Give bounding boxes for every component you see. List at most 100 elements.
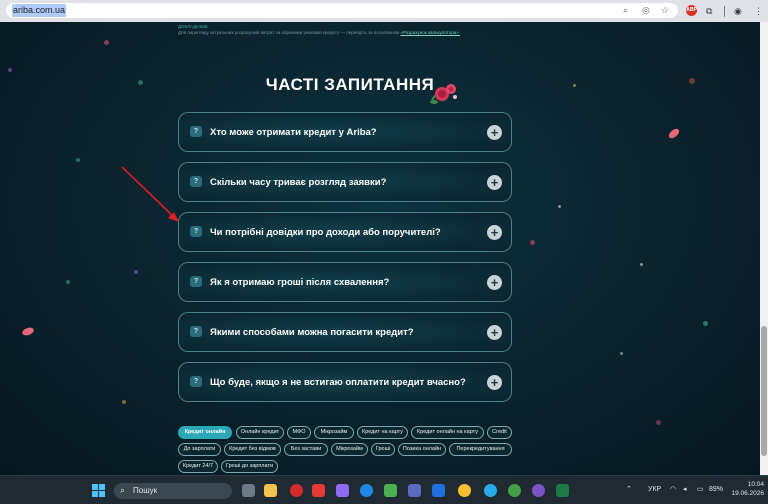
url-text[interactable]: ariba.com.ua	[12, 4, 67, 17]
page-content: ДОКЛАДНІШЕ Для перегляду актуальних розр…	[0, 22, 768, 475]
wifi-icon[interactable]: ◠	[670, 484, 676, 496]
edge-icon[interactable]	[360, 484, 373, 497]
expand-plus-icon[interactable]: +	[487, 125, 502, 140]
tag-chip[interactable]: Позика онлайн	[398, 443, 446, 456]
disclaimer-text: ДОКЛАДНІШЕ Для перегляду актуальних розр…	[178, 24, 538, 36]
faq-title: ЧАСТІ ЗАПИТАННЯ	[265, 75, 435, 94]
expand-plus-icon[interactable]: +	[487, 275, 502, 290]
tag-chip[interactable]: Мікрозайм	[331, 443, 368, 456]
system-clock[interactable]: 10:04 19.06.2026	[728, 480, 764, 498]
star-icon[interactable]: ☆	[661, 5, 669, 16]
tag-chip[interactable]: Гроші до зарплати	[221, 460, 278, 473]
petal-decoration	[21, 326, 35, 337]
question-chat-icon: ?	[190, 226, 202, 237]
tag-chip[interactable]: Credit	[487, 426, 512, 439]
tag-chip[interactable]: Перекредитування	[449, 443, 512, 456]
browser-toolbar: ariba.com.ua ⌕ ◎ ☆ ABP ⧉ │ ◉ ⋮	[0, 0, 768, 23]
bokeh-dot	[656, 420, 661, 425]
tag-chip[interactable]: МФО	[287, 426, 311, 439]
tag-chip[interactable]: Кредит онлайн на карту	[411, 426, 484, 439]
volume-icon[interactable]: ◂	[683, 484, 687, 496]
address-bar[interactable]: ariba.com.ua ⌕ ◎ ☆	[6, 3, 678, 18]
tag-chip[interactable]: До зарплати	[178, 443, 221, 456]
question-chat-icon: ?	[190, 276, 202, 287]
file-explorer-icon[interactable]	[264, 484, 277, 497]
bokeh-dot	[104, 40, 109, 45]
battery-icon[interactable]: ▭	[697, 484, 704, 496]
app-green-icon[interactable]	[508, 484, 521, 497]
faq-question: Чи потрібні довідки про доходи або поруч…	[210, 227, 441, 238]
tag-chip[interactable]: Без застави	[284, 443, 328, 456]
bokeh-dot	[620, 352, 623, 355]
store-icon[interactable]	[384, 484, 397, 497]
faq-item-6[interactable]: ? Що буде, якщо я не встигаю оплатити кр…	[178, 362, 512, 402]
windows-start-icon[interactable]	[92, 484, 106, 498]
bokeh-dot	[8, 68, 12, 72]
bokeh-dot	[76, 158, 80, 162]
menu-icon[interactable]: ⋮	[754, 5, 763, 17]
tag-chip[interactable]: Гроші	[371, 443, 395, 456]
windows-taskbar: ⌕ Пошук ⌃ УКР ◠ ◂ ▭ 89% 10:04 19.06.2026	[0, 475, 768, 504]
faq-item-4[interactable]: ? Як я отримаю гроші після схвалення? +	[178, 262, 512, 302]
bokeh-dot	[134, 270, 138, 274]
profile-icon[interactable]: ◉	[734, 5, 742, 17]
bokeh-dot	[703, 321, 708, 326]
question-chat-icon: ?	[190, 176, 202, 187]
tag-chip-active[interactable]: Кредит онлайн	[178, 426, 232, 439]
divider-icon: │	[722, 6, 728, 16]
telegram-icon[interactable]	[484, 484, 497, 497]
bokeh-dot	[66, 280, 70, 284]
faq-item-2[interactable]: ? Скільки часу триває розгляд заявки? +	[178, 162, 512, 202]
excel-icon[interactable]	[556, 484, 569, 497]
faq-item-5[interactable]: ? Якими способами можна погасити кредит?…	[178, 312, 512, 352]
expand-plus-icon[interactable]: +	[487, 225, 502, 240]
tray-chevron-up-icon[interactable]: ⌃	[626, 484, 632, 496]
question-chat-icon: ?	[190, 126, 202, 137]
page-scrollbar[interactable]	[760, 22, 768, 475]
clock-time: 10:04	[747, 481, 764, 488]
opera-icon[interactable]	[290, 484, 303, 497]
task-view-icon[interactable]	[242, 484, 255, 497]
search-icon: ⌕	[120, 485, 126, 495]
viber-icon[interactable]	[532, 484, 545, 497]
disclaimer-body: Для перегляду актуальних розрахунків вит…	[178, 30, 400, 35]
tag-chip[interactable]: Онлайн кредит	[236, 426, 284, 439]
faq-item-3[interactable]: ? Чи потрібні довідки про доходи або пор…	[178, 212, 512, 252]
taskbar-search-label: Пошук	[133, 486, 158, 495]
dropbox-icon[interactable]	[432, 484, 445, 497]
faq-question: Що буде, якщо я не встигаю оплатити кред…	[210, 377, 466, 388]
expand-plus-icon[interactable]: +	[487, 375, 502, 390]
teams-icon[interactable]	[408, 484, 421, 497]
faq-item-1[interactable]: ? Хто може отримати кредит у Ariba? +	[178, 112, 512, 152]
language-indicator[interactable]: УКР	[648, 484, 661, 496]
annotation-arrow-icon	[121, 166, 179, 222]
battery-level: 89%	[709, 486, 724, 493]
faq-question: Якими способами можна погасити кредит?	[210, 327, 414, 338]
flower-icon	[430, 84, 457, 104]
tag-chip[interactable]: Кредит без відмов	[224, 443, 281, 456]
adblock-extension-icon[interactable]: ABP	[686, 5, 697, 16]
tag-chip[interactable]: Кредит 24/7	[178, 460, 218, 473]
taskbar-search[interactable]: ⌕ Пошук	[114, 483, 232, 499]
scrollbar-thumb[interactable]	[761, 326, 767, 456]
question-chat-icon: ?	[190, 326, 202, 337]
faq-question: Скільки часу триває розгляд заявки?	[210, 177, 387, 188]
bokeh-dot	[640, 263, 643, 266]
tag-chip[interactable]: Мікрозайм	[314, 426, 354, 439]
expand-plus-icon[interactable]: +	[487, 175, 502, 190]
zoom-icon[interactable]: ⌕	[623, 5, 628, 16]
chrome-icon[interactable]	[458, 484, 471, 497]
expand-plus-icon[interactable]: +	[487, 325, 502, 340]
copilot-icon[interactable]	[336, 484, 349, 497]
bokeh-dot	[558, 205, 561, 208]
tag-chip[interactable]: Кредит на карту	[357, 426, 408, 439]
bokeh-dot	[122, 400, 126, 404]
bokeh-dot	[530, 240, 535, 245]
eye-off-icon[interactable]: ◎	[642, 5, 650, 16]
extensions-icon[interactable]: ⧉	[706, 5, 712, 17]
app-l-icon[interactable]	[312, 484, 325, 497]
clock-date: 19.06.2026	[731, 490, 764, 497]
faq-question: Хто може отримати кредит у Ariba?	[210, 127, 377, 138]
question-chat-icon: ?	[190, 376, 202, 387]
calculator-link[interactable]: «Розрахунок калькулятора».	[400, 30, 460, 35]
